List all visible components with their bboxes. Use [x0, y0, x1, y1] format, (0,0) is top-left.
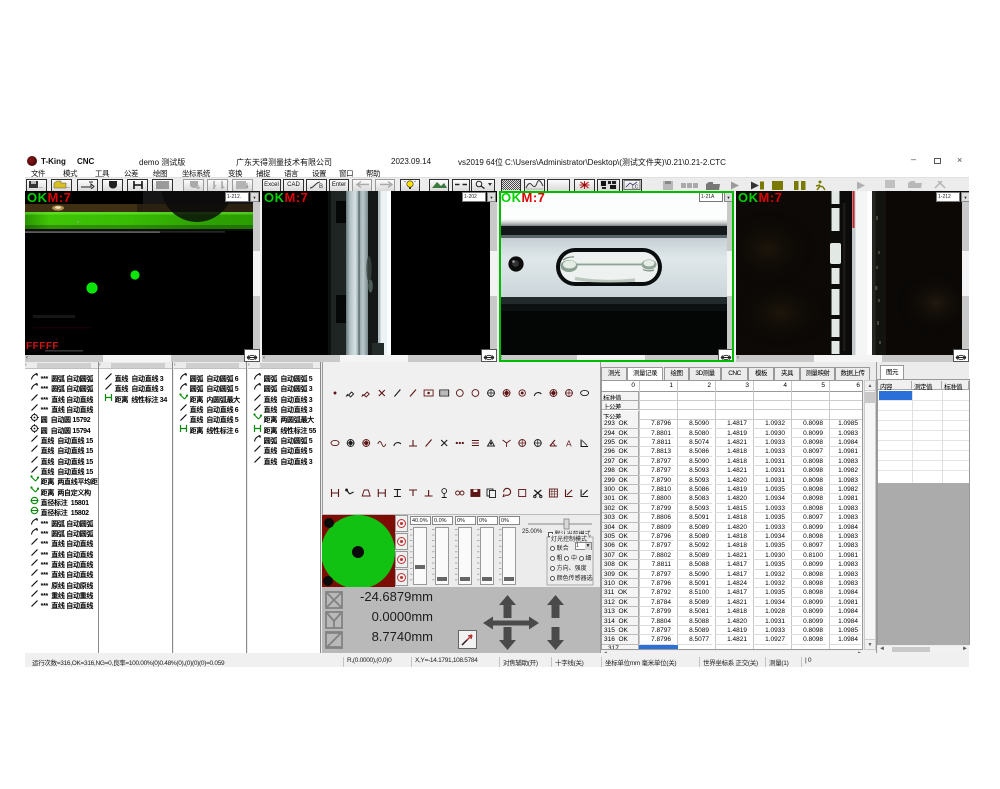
svg-text:B: B	[319, 184, 323, 189]
svg-text:..: ..	[66, 183, 70, 189]
svg-text:LC: LC	[632, 185, 639, 191]
svg-text:..: ..	[39, 183, 43, 189]
svg-text:A: A	[566, 439, 572, 449]
